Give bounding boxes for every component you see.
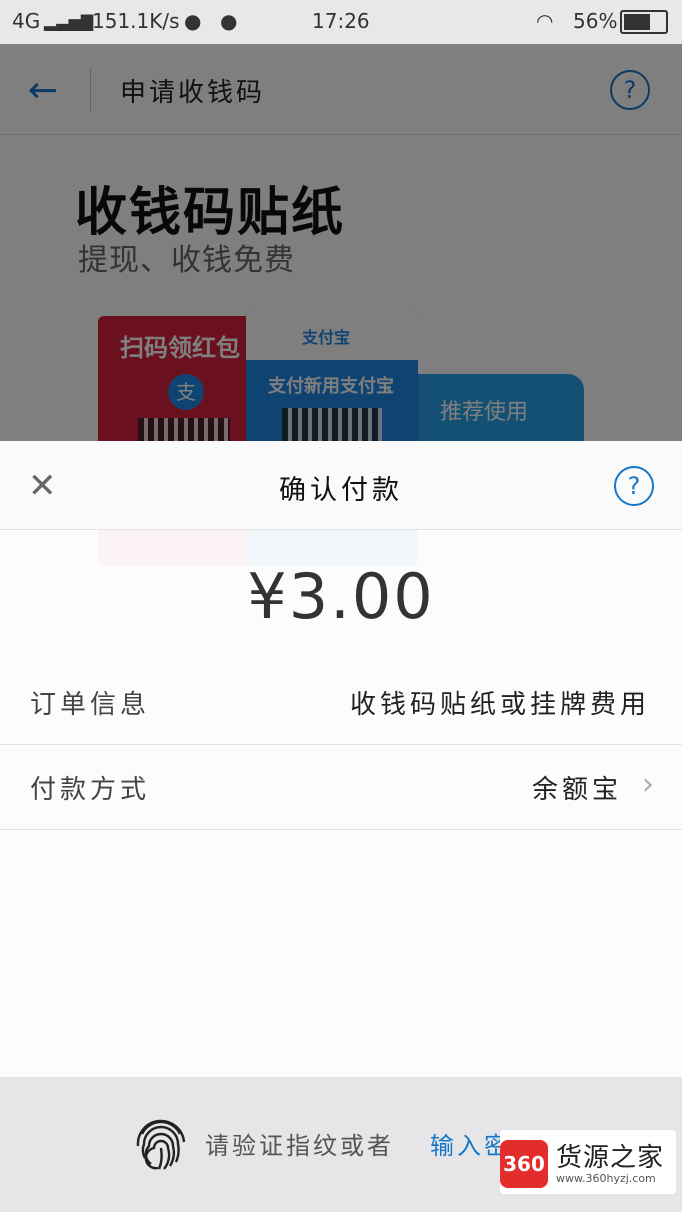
help-icon[interactable]: ?: [614, 466, 654, 506]
network-indicator: 4G: [12, 9, 41, 33]
sheet-title: 确认付款: [279, 475, 403, 506]
network-speed: 151.1K/s: [92, 9, 180, 33]
watermark-logo: 360: [500, 1140, 548, 1188]
payment-amount: ¥3.00: [247, 560, 435, 633]
row-value: 余额宝: [531, 775, 622, 805]
watermark-title: 货源之家: [556, 1143, 665, 1173]
order-info-row: 订单信息 收钱码贴纸或挂牌费用: [0, 660, 682, 745]
wifi-icon: ◠: [536, 9, 554, 33]
row-value: 收钱码贴纸或挂牌费用: [349, 690, 650, 720]
payment-method-row[interactable]: 付款方式 余额宝 ›: [0, 745, 682, 830]
fingerprint-icon: [136, 1119, 186, 1170]
battery-percent: 56%: [573, 9, 618, 33]
battery-icon: [620, 10, 668, 34]
clock: 17:26: [312, 9, 370, 33]
chat-icon: ●: [220, 9, 238, 33]
status-bar: 4G ▂▃▅▇ 151.1K/s ● ● 17:26 ◠ 56%: [0, 0, 682, 44]
wechat-icon: ●: [184, 9, 202, 33]
chevron-right-icon: ›: [642, 767, 654, 802]
row-label: 订单信息: [30, 690, 151, 720]
row-label: 付款方式: [30, 775, 151, 805]
signal-icon: ▂▃▅▇: [44, 12, 94, 31]
modal-backdrop[interactable]: [0, 44, 682, 441]
fingerprint-prompt: 请验证指纹或者: [205, 1132, 394, 1160]
watermark-url: www.360hyzj.com: [556, 1172, 656, 1185]
